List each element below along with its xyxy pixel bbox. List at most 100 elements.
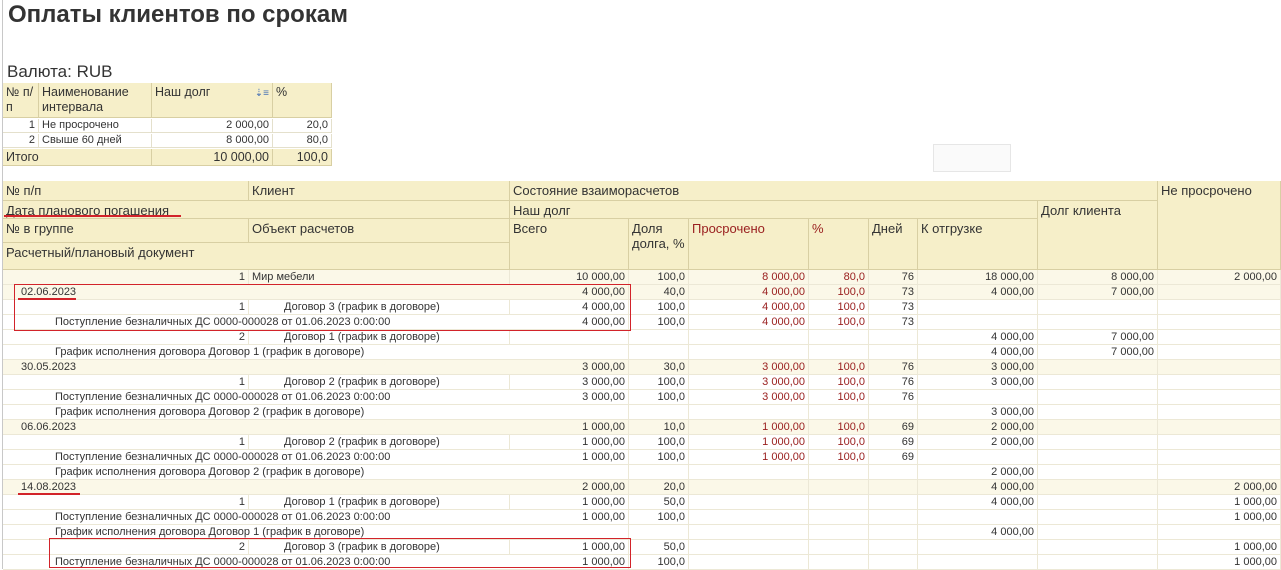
cell-not-overdue xyxy=(1158,300,1281,315)
cell-share: 100,0 xyxy=(629,435,689,450)
header-our-debt[interactable]: Наш долг xyxy=(510,201,1038,219)
header-overdue[interactable]: Просрочено xyxy=(689,219,809,270)
cell-document: График исполнения договора Договор 2 (гр… xyxy=(55,466,365,478)
cell-to-ship: 4 000,00 xyxy=(918,495,1038,510)
summary-cell-npp: 2 xyxy=(3,134,39,148)
cell-in-group: 2 xyxy=(3,330,249,345)
cell-total xyxy=(510,345,629,360)
cell-to-ship: 3 000,00 xyxy=(918,405,1038,420)
cell-to-ship: 4 000,00 xyxy=(918,285,1038,300)
cell-total: 3 000,00 xyxy=(510,390,629,405)
annotation-highlight-box xyxy=(14,284,631,331)
cell-to-ship xyxy=(918,450,1038,465)
cell-overdue xyxy=(689,525,809,540)
document-row[interactable]: Поступление безналичных ДС 0000-000028 о… xyxy=(3,510,1281,525)
header-client-debt[interactable]: Долг клиента xyxy=(1038,201,1158,270)
document-row[interactable]: График исполнения договора Договор 2 (гр… xyxy=(3,405,1281,420)
summary-total-row[interactable]: Итого 10 000,00 100,0 xyxy=(3,149,332,167)
document-row[interactable]: График исполнения договора Договор 1 (гр… xyxy=(3,345,1281,360)
document-row[interactable]: Поступление безналичных ДС 0000-000028 о… xyxy=(3,450,1281,465)
summary-cell-interval: Свыше 60 дней xyxy=(39,134,152,148)
cell-to-ship: 4 000,00 xyxy=(918,525,1038,540)
cell-not-overdue: 1 000,00 xyxy=(1158,510,1281,525)
cell-settlement-object: Договор 1 (график в договоре) xyxy=(249,495,510,510)
date-group-row[interactable]: 14.08.2023 2 000,00 20,0 4 000,00 2 000,00 xyxy=(3,480,1281,495)
cell-total: 3 000,00 xyxy=(510,360,629,375)
cell-days: 76 xyxy=(869,360,918,375)
document-row[interactable]: Поступление безналичных ДС 0000-000028 о… xyxy=(3,390,1281,405)
settlement-object-row[interactable]: 2 Договор 1 (график в договоре) 4 000,00 7 … xyxy=(3,330,1281,345)
cell-not-overdue xyxy=(1158,435,1281,450)
settlement-object-row[interactable]: 1 Договор 2 (график в договоре) 1 000,00 10… xyxy=(3,435,1281,450)
settlement-object-row[interactable]: 1 Договор 1 (график в договоре) 1 000,00 50… xyxy=(3,495,1281,510)
cell-client-debt xyxy=(1038,480,1158,495)
header-client[interactable]: Клиент xyxy=(249,181,510,201)
cell-client-debt xyxy=(1038,435,1158,450)
client-row[interactable]: 1 Мир мебели 10 000,00 100,0 8 000,00 80,0 76 1… xyxy=(3,270,1281,285)
cell-share: 100,0 xyxy=(629,555,689,570)
header-npp[interactable]: № п/п xyxy=(3,181,249,201)
cell-days xyxy=(869,405,918,420)
summary-header-interval[interactable]: Наименование интервала xyxy=(39,83,152,118)
header-debt-share[interactable]: Доля долга, % xyxy=(629,219,689,270)
annotation-underline xyxy=(18,493,80,495)
cell-in-group: 1 xyxy=(3,495,249,510)
date-group-row[interactable]: 06.06.2023 1 000,00 10,0 1 000,00 100,0 69 2 0… xyxy=(3,420,1281,435)
summary-cell-percent: 20,0 xyxy=(273,119,332,133)
cell-days: 76 xyxy=(869,390,918,405)
cell-client-debt xyxy=(1038,390,1158,405)
report-title: Оплаты клиентов по срокам xyxy=(8,1,348,28)
document-row[interactable]: График исполнения договора Договор 2 (гр… xyxy=(3,465,1281,480)
header-document[interactable]: Расчетный/плановый документ xyxy=(3,243,510,270)
date-group-row[interactable]: 30.05.2023 3 000,00 30,0 3 000,00 100,0 76 3 0… xyxy=(3,360,1281,375)
cell-share xyxy=(629,465,689,480)
summary-row[interactable]: 2 Свыше 60 дней 8 000,00 80,0 xyxy=(3,134,332,149)
cell-share: 100,0 xyxy=(629,300,689,315)
header-settlement-object[interactable]: Объект расчетов xyxy=(249,219,510,243)
cell-client-debt xyxy=(1038,315,1158,330)
summary-header-our-debt[interactable]: Наш долг ⇣≡ xyxy=(152,83,273,118)
header-total[interactable]: Всего xyxy=(510,219,629,270)
cell-to-ship: 2 000,00 xyxy=(918,420,1038,435)
cell-total xyxy=(510,330,629,345)
cell-overdue: 4 000,00 xyxy=(689,315,809,330)
cell-share xyxy=(629,405,689,420)
cell-to-ship xyxy=(918,555,1038,570)
header-settlement-state[interactable]: Состояние взаиморасчетов xyxy=(510,181,1158,201)
empty-field[interactable] xyxy=(933,144,1011,172)
header-not-overdue[interactable]: Не просрочено xyxy=(1158,181,1281,270)
cell-client-debt xyxy=(1038,510,1158,525)
summary-header-percent[interactable]: % xyxy=(273,83,332,118)
cell-days xyxy=(869,525,918,540)
header-overdue-percent[interactable]: % xyxy=(809,219,869,270)
cell-overdue-percent: 100,0 xyxy=(809,420,869,435)
header-in-group[interactable]: № в группе xyxy=(3,219,249,243)
cell-to-ship: 2 000,00 xyxy=(918,465,1038,480)
sort-descending-icon[interactable]: ⇣≡ xyxy=(255,86,269,101)
cell-overdue-percent xyxy=(809,510,869,525)
cell-overdue-percent: 80,0 xyxy=(809,270,869,285)
cell-not-overdue xyxy=(1158,450,1281,465)
summary-cell-interval: Не просрочено xyxy=(39,119,152,133)
summary-header-npp[interactable]: № п/п xyxy=(3,83,39,118)
cell-to-ship xyxy=(918,315,1038,330)
cell-days xyxy=(869,465,918,480)
summary-row[interactable]: 1 Не просрочено 2 000,00 20,0 xyxy=(3,119,332,134)
cell-client-debt xyxy=(1038,375,1158,390)
cell-total xyxy=(510,405,629,420)
cell-total: 10 000,00 xyxy=(510,270,629,285)
settlement-object-row[interactable]: 1 Договор 2 (график в договоре) 3 000,00 10… xyxy=(3,375,1281,390)
cell-days xyxy=(869,480,918,495)
cell-in-group: 1 xyxy=(3,435,249,450)
cell-to-ship: 4 000,00 xyxy=(918,480,1038,495)
cell-overdue-percent xyxy=(809,555,869,570)
cell-overdue-percent xyxy=(809,345,869,360)
cell-total: 3 000,00 xyxy=(510,375,629,390)
cell-share xyxy=(629,525,689,540)
summary-cell-our-debt: 2 000,00 xyxy=(152,119,273,133)
cell-planned-date: 30.05.2023 xyxy=(21,361,77,373)
cell-not-overdue xyxy=(1158,360,1281,375)
header-to-ship[interactable]: К отгрузке xyxy=(918,219,1038,270)
summary-header-our-debt-label: Наш долг xyxy=(155,85,211,99)
header-days[interactable]: Дней xyxy=(869,219,918,270)
